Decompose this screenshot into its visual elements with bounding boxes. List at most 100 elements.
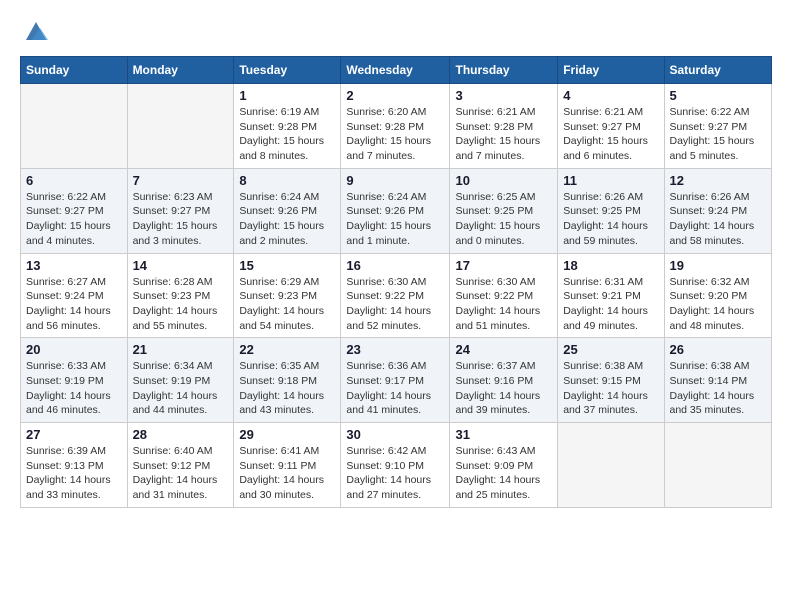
day-info: Sunrise: 6:26 AM Sunset: 9:24 PM Dayligh… [670, 190, 767, 249]
day-number: 17 [455, 258, 552, 273]
day-info: Sunrise: 6:25 AM Sunset: 9:25 PM Dayligh… [455, 190, 552, 249]
day-info: Sunrise: 6:30 AM Sunset: 9:22 PM Dayligh… [455, 275, 552, 334]
day-number: 13 [26, 258, 122, 273]
day-info: Sunrise: 6:31 AM Sunset: 9:21 PM Dayligh… [563, 275, 658, 334]
day-number: 10 [455, 173, 552, 188]
day-info: Sunrise: 6:20 AM Sunset: 9:28 PM Dayligh… [346, 105, 444, 164]
calendar-cell: 3 Sunrise: 6:21 AM Sunset: 9:28 PM Daylig… [450, 84, 558, 169]
calendar-cell [558, 423, 664, 508]
day-info: Sunrise: 6:26 AM Sunset: 9:25 PM Dayligh… [563, 190, 658, 249]
calendar-cell [21, 84, 128, 169]
calendar-cell: 23 Sunrise: 6:36 AM Sunset: 9:17 PM Dayli… [341, 338, 450, 423]
day-number: 3 [455, 88, 552, 103]
day-info: Sunrise: 6:40 AM Sunset: 9:12 PM Dayligh… [133, 444, 229, 503]
page: SundayMondayTuesdayWednesdayThursdayFrid… [0, 0, 792, 612]
day-number: 26 [670, 342, 767, 357]
day-info: Sunrise: 6:19 AM Sunset: 9:28 PM Dayligh… [239, 105, 335, 164]
weekday-tuesday: Tuesday [234, 57, 341, 84]
day-info: Sunrise: 6:27 AM Sunset: 9:24 PM Dayligh… [26, 275, 122, 334]
day-info: Sunrise: 6:24 AM Sunset: 9:26 PM Dayligh… [346, 190, 444, 249]
calendar-cell: 10 Sunrise: 6:25 AM Sunset: 9:25 PM Dayli… [450, 168, 558, 253]
calendar-cell: 1 Sunrise: 6:19 AM Sunset: 9:28 PM Daylig… [234, 84, 341, 169]
calendar-cell: 16 Sunrise: 6:30 AM Sunset: 9:22 PM Dayli… [341, 253, 450, 338]
day-info: Sunrise: 6:34 AM Sunset: 9:19 PM Dayligh… [133, 359, 229, 418]
calendar-cell: 30 Sunrise: 6:42 AM Sunset: 9:10 PM Dayli… [341, 423, 450, 508]
day-number: 11 [563, 173, 658, 188]
day-number: 29 [239, 427, 335, 442]
day-number: 8 [239, 173, 335, 188]
calendar-cell: 24 Sunrise: 6:37 AM Sunset: 9:16 PM Dayli… [450, 338, 558, 423]
day-number: 12 [670, 173, 767, 188]
calendar-cell: 12 Sunrise: 6:26 AM Sunset: 9:24 PM Dayli… [664, 168, 772, 253]
day-info: Sunrise: 6:21 AM Sunset: 9:28 PM Dayligh… [455, 105, 552, 164]
day-number: 24 [455, 342, 552, 357]
calendar-cell: 2 Sunrise: 6:20 AM Sunset: 9:28 PM Daylig… [341, 84, 450, 169]
day-number: 4 [563, 88, 658, 103]
day-number: 21 [133, 342, 229, 357]
calendar-cell [664, 423, 772, 508]
calendar-cell: 19 Sunrise: 6:32 AM Sunset: 9:20 PM Dayli… [664, 253, 772, 338]
weekday-header-row: SundayMondayTuesdayWednesdayThursdayFrid… [21, 57, 772, 84]
day-number: 1 [239, 88, 335, 103]
day-number: 27 [26, 427, 122, 442]
calendar-cell: 11 Sunrise: 6:26 AM Sunset: 9:25 PM Dayli… [558, 168, 664, 253]
weekday-saturday: Saturday [664, 57, 772, 84]
calendar-cell: 20 Sunrise: 6:33 AM Sunset: 9:19 PM Dayli… [21, 338, 128, 423]
calendar-cell: 21 Sunrise: 6:34 AM Sunset: 9:19 PM Dayli… [127, 338, 234, 423]
day-number: 31 [455, 427, 552, 442]
day-info: Sunrise: 6:21 AM Sunset: 9:27 PM Dayligh… [563, 105, 658, 164]
day-number: 7 [133, 173, 229, 188]
day-info: Sunrise: 6:32 AM Sunset: 9:20 PM Dayligh… [670, 275, 767, 334]
day-info: Sunrise: 6:42 AM Sunset: 9:10 PM Dayligh… [346, 444, 444, 503]
calendar-cell: 17 Sunrise: 6:30 AM Sunset: 9:22 PM Dayli… [450, 253, 558, 338]
weekday-sunday: Sunday [21, 57, 128, 84]
day-number: 23 [346, 342, 444, 357]
day-info: Sunrise: 6:30 AM Sunset: 9:22 PM Dayligh… [346, 275, 444, 334]
day-number: 16 [346, 258, 444, 273]
day-number: 9 [346, 173, 444, 188]
weekday-thursday: Thursday [450, 57, 558, 84]
day-info: Sunrise: 6:38 AM Sunset: 9:14 PM Dayligh… [670, 359, 767, 418]
calendar-cell: 4 Sunrise: 6:21 AM Sunset: 9:27 PM Daylig… [558, 84, 664, 169]
day-number: 5 [670, 88, 767, 103]
calendar-cell: 31 Sunrise: 6:43 AM Sunset: 9:09 PM Dayli… [450, 423, 558, 508]
weekday-friday: Friday [558, 57, 664, 84]
calendar-cell: 15Sunrise: 6:29 AM Sunset: 9:23 PM Dayli… [234, 253, 341, 338]
week-row-4: 20 Sunrise: 6:33 AM Sunset: 9:19 PM Dayli… [21, 338, 772, 423]
day-info: Sunrise: 6:37 AM Sunset: 9:16 PM Dayligh… [455, 359, 552, 418]
calendar-cell: 28 Sunrise: 6:40 AM Sunset: 9:12 PM Dayli… [127, 423, 234, 508]
day-number: 19 [670, 258, 767, 273]
day-info: Sunrise: 6:22 AM Sunset: 9:27 PM Dayligh… [670, 105, 767, 164]
day-info: Sunrise: 6:36 AM Sunset: 9:17 PM Dayligh… [346, 359, 444, 418]
calendar-cell: 5 Sunrise: 6:22 AM Sunset: 9:27 PM Daylig… [664, 84, 772, 169]
day-number: 15 [239, 258, 335, 273]
calendar-cell: 22 Sunrise: 6:35 AM Sunset: 9:18 PM Dayli… [234, 338, 341, 423]
day-info: Sunrise: 6:22 AM Sunset: 9:27 PM Dayligh… [26, 190, 122, 249]
day-number: 25 [563, 342, 658, 357]
day-info: Sunrise: 6:39 AM Sunset: 9:13 PM Dayligh… [26, 444, 122, 503]
day-number: 6 [26, 173, 122, 188]
calendar-cell: 8Sunrise: 6:24 AM Sunset: 9:26 PM Daylig… [234, 168, 341, 253]
day-info: Sunrise: 6:35 AM Sunset: 9:18 PM Dayligh… [239, 359, 335, 418]
day-info: Sunrise: 6:43 AM Sunset: 9:09 PM Dayligh… [455, 444, 552, 503]
calendar-cell: 25 Sunrise: 6:38 AM Sunset: 9:15 PM Dayli… [558, 338, 664, 423]
day-info: Sunrise: 6:41 AM Sunset: 9:11 PM Dayligh… [239, 444, 335, 503]
day-info: Sunrise: 6:33 AM Sunset: 9:19 PM Dayligh… [26, 359, 122, 418]
day-info: Sunrise: 6:38 AM Sunset: 9:15 PM Dayligh… [563, 359, 658, 418]
day-number: 30 [346, 427, 444, 442]
day-number: 20 [26, 342, 122, 357]
calendar-cell: 29 Sunrise: 6:41 AM Sunset: 9:11 PM Dayli… [234, 423, 341, 508]
day-number: 22 [239, 342, 335, 357]
week-row-5: 27 Sunrise: 6:39 AM Sunset: 9:13 PM Dayli… [21, 423, 772, 508]
day-number: 28 [133, 427, 229, 442]
calendar-cell [127, 84, 234, 169]
week-row-3: 13 Sunrise: 6:27 AM Sunset: 9:24 PM Dayli… [21, 253, 772, 338]
calendar-cell: 13 Sunrise: 6:27 AM Sunset: 9:24 PM Dayli… [21, 253, 128, 338]
calendar-cell: 6 Sunrise: 6:22 AM Sunset: 9:27 PM Daylig… [21, 168, 128, 253]
weekday-wednesday: Wednesday [341, 57, 450, 84]
logo-icon [22, 18, 50, 46]
day-number: 18 [563, 258, 658, 273]
day-number: 2 [346, 88, 444, 103]
calendar-cell: 18 Sunrise: 6:31 AM Sunset: 9:21 PM Dayli… [558, 253, 664, 338]
calendar-table: SundayMondayTuesdayWednesdayThursdayFrid… [20, 56, 772, 508]
